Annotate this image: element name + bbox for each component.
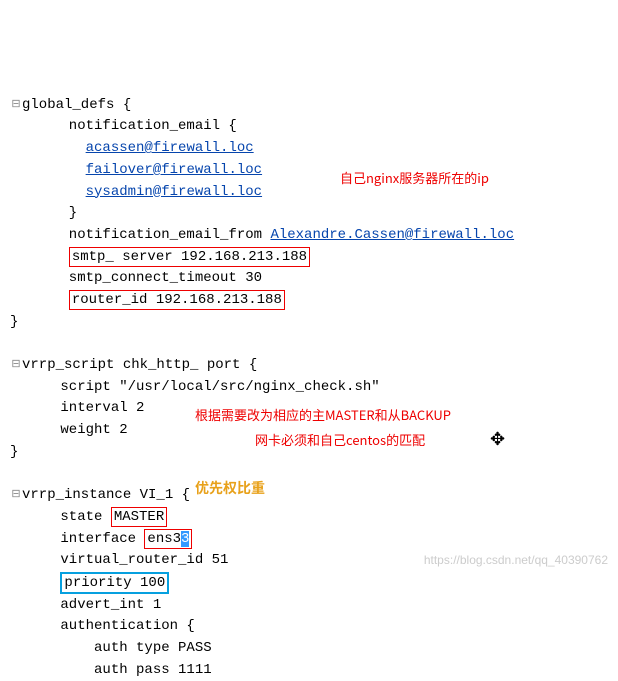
- annotation-interface: 网卡必须和自己centos的匹配: [255, 430, 425, 450]
- code-line: vrrp_instance VI_1 {: [22, 487, 190, 503]
- code-line: auth type PASS: [10, 640, 212, 656]
- code-line: }: [10, 314, 18, 330]
- code-indent: interface: [10, 531, 144, 547]
- iface-text: ens3: [147, 531, 181, 547]
- highlight-router-id: router_id 192.168.213.188: [69, 290, 285, 310]
- code-line: smtp_connect_timeout 30: [10, 270, 262, 286]
- code-line: virtual_router_id 51: [10, 552, 228, 568]
- email-link[interactable]: sysadmin@firewall.loc: [86, 184, 262, 200]
- email-link[interactable]: acassen@firewall.loc: [86, 140, 254, 156]
- code-line: notification_email_from: [10, 227, 270, 243]
- code-line: vrrp_script chk_http_ port {: [22, 357, 257, 373]
- code-line: }: [10, 205, 77, 221]
- annotation-priority: 优先权比重: [195, 478, 265, 500]
- annotation-ip: 自己nginx服务器所在的ip: [340, 168, 489, 188]
- fold-icon[interactable]: ⊟: [10, 357, 22, 374]
- code-line: notification_email {: [10, 118, 237, 134]
- highlight-smtp-server: smtp_ server 192.168.213.188: [69, 247, 310, 267]
- code-indent: [10, 184, 86, 200]
- code-line: authentication {: [10, 618, 195, 634]
- code-line: script "/usr/local/src/nginx_check.sh": [10, 379, 380, 395]
- fold-icon[interactable]: ⊟: [10, 97, 22, 114]
- highlight-state: MASTER: [111, 507, 167, 527]
- code-indent: [10, 140, 86, 156]
- code-indent: state: [10, 509, 111, 525]
- code-line: auth pass 1111: [10, 662, 212, 678]
- code-line: global_defs {: [22, 97, 131, 113]
- watermark: https://blog.csdn.net/qq_40390762: [424, 551, 608, 570]
- text-selection: 3: [181, 531, 189, 547]
- fold-icon[interactable]: ⊟: [10, 487, 22, 504]
- highlight-priority: priority 100: [60, 572, 169, 594]
- code-line: weight 2: [10, 422, 128, 438]
- move-cursor-icon: ✥: [490, 428, 505, 456]
- code-indent: [10, 162, 86, 178]
- code-line: advert_int 1: [10, 597, 161, 613]
- highlight-interface: ens33: [144, 529, 192, 549]
- annotation-state: 根据需要改为相应的主MASTER和从BACKUP: [195, 405, 451, 425]
- email-link[interactable]: failover@firewall.loc: [86, 162, 262, 178]
- email-link[interactable]: Alexandre.Cassen@firewall.loc: [270, 227, 514, 243]
- code-line: interval 2: [10, 400, 144, 416]
- code-line: }: [10, 444, 18, 460]
